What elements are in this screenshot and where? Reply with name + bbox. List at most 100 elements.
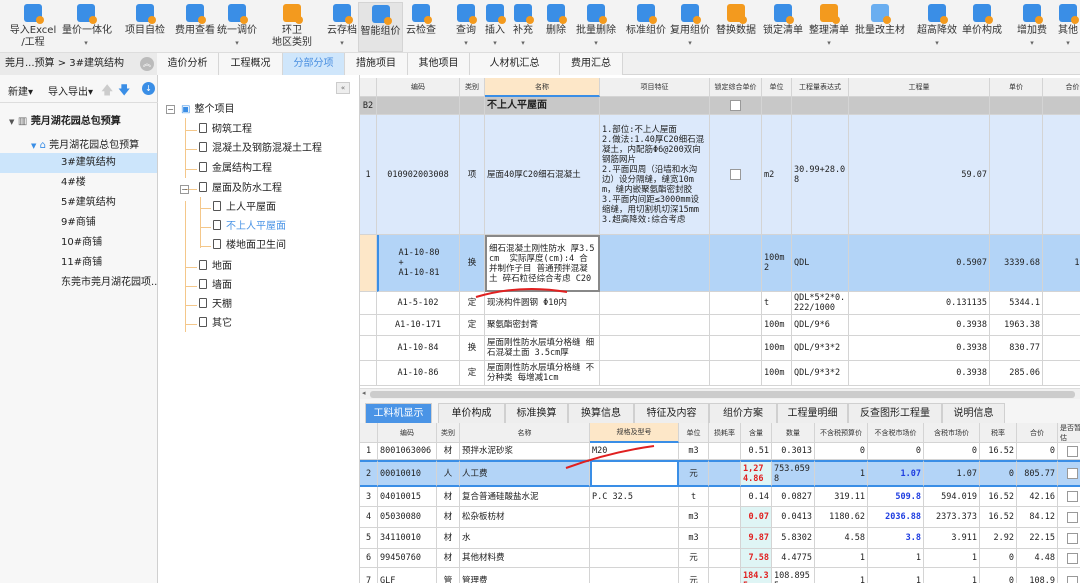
cell-content[interactable]: 9.87	[741, 528, 772, 549]
cell-name[interactable]: 管理费	[460, 568, 590, 583]
cell-expr[interactable]: QDL	[792, 235, 849, 292]
estimate-checkbox[interactable]	[1067, 491, 1078, 502]
cell-content[interactable]: 0.51	[741, 443, 772, 460]
cell-total[interactable]: 42.16	[1017, 487, 1058, 507]
cell-content[interactable]: 0.14	[741, 487, 772, 507]
cell-market[interactable]: 1	[868, 549, 924, 568]
toolbar-button-11[interactable]: 插入 ▾	[482, 2, 508, 52]
tab-3[interactable]: 分部分项	[283, 53, 345, 75]
column-header-market_tax[interactable]: 含税市场价	[924, 423, 980, 443]
cell-temp[interactable]	[1058, 507, 1080, 528]
cell-name[interactable]: 复合普通硅酸盐水泥	[460, 487, 590, 507]
cell-temp[interactable]	[1058, 528, 1080, 549]
toolbar-button-22[interactable]: 单价构成	[962, 2, 1002, 52]
cell-name[interactable]: 屋面刚性防水层填分格缝 细石混凝土面 3.5cm厚	[485, 336, 600, 361]
tree-node[interactable]: 不上人平屋面	[213, 219, 286, 235]
toolbar-button-15[interactable]: 标准组价	[624, 2, 668, 52]
cell-tax[interactable]: 2.92	[980, 528, 1017, 549]
column-header-total[interactable]: 合价	[1017, 423, 1058, 443]
cell-spec[interactable]	[590, 528, 679, 549]
toolbar-button-2[interactable]: 量价一体化 ▾	[62, 2, 112, 52]
tree-node[interactable]: 地面	[199, 259, 232, 275]
toolbar-button-8[interactable]: 智能组价	[358, 2, 403, 52]
estimate-checkbox[interactable]	[1067, 532, 1078, 544]
project-item[interactable]: 3#建筑结构	[0, 153, 157, 173]
tab-6[interactable]: 人材机汇总	[470, 53, 560, 75]
cell-unit[interactable]: m3	[679, 528, 709, 549]
cell-type[interactable]: 定	[460, 292, 485, 315]
chevron-down-icon[interactable]: ▾	[482, 37, 508, 49]
cell-lock[interactable]	[710, 315, 762, 336]
cell-market_tax[interactable]: 1	[924, 568, 980, 583]
estimate-checkbox[interactable]	[1067, 552, 1078, 564]
toolbar-button-3[interactable]: 项目自检	[123, 2, 167, 52]
tree-node[interactable]: 天棚	[199, 297, 232, 313]
cell-loss[interactable]	[709, 549, 741, 568]
cell-qty[interactable]: 0.3938	[849, 315, 990, 336]
cell-price[interactable]: 1963.38	[990, 315, 1043, 336]
toolbar-button-7[interactable]: 云存档 ▾	[324, 2, 360, 52]
cell-unit[interactable]: 100m2	[762, 235, 792, 292]
bottom-tab-7[interactable]: 工程量明细	[777, 403, 848, 423]
chevron-down-icon[interactable]: ▾	[324, 37, 360, 49]
chevron-down-icon[interactable]: ▾	[1014, 37, 1050, 49]
tab-4[interactable]: 措施项目	[345, 53, 408, 75]
cell-total[interactable]: 84.12	[1017, 507, 1058, 528]
toolbar-button-24[interactable]: 其他 ▾	[1054, 2, 1080, 52]
cell-spec[interactable]: P.C 32.5	[590, 487, 679, 507]
toolbar-button-5[interactable]: 统一调价 ▾	[216, 2, 258, 52]
project-item[interactable]: 4#楼	[0, 173, 157, 193]
cell-type[interactable]: 材	[437, 443, 460, 460]
column-header-unit[interactable]: 单位	[679, 423, 709, 443]
cell-loss[interactable]	[709, 528, 741, 549]
tree-node[interactable]: 金属结构工程	[199, 161, 272, 177]
cell-market[interactable]: 1.07	[868, 460, 924, 487]
cell-spec[interactable]	[590, 507, 679, 528]
tree-node[interactable]: 砌筑工程	[199, 122, 252, 138]
toolbar-button-6[interactable]: 环卫 地区类别	[264, 2, 320, 52]
toolbar-button-23[interactable]: 增加费 ▾	[1014, 2, 1050, 52]
cell-budget[interactable]: 1	[815, 549, 868, 568]
tab-2[interactable]: 工程概况	[219, 53, 283, 75]
cell-total[interactable]: 108.9	[1017, 568, 1058, 583]
cell-tax[interactable]: 16.52	[980, 507, 1017, 528]
cell-qty[interactable]	[849, 97, 990, 115]
cell-loss[interactable]	[709, 507, 741, 528]
cell-expr[interactable]: QDL/9*3*2	[792, 361, 849, 386]
cell-tax[interactable]: 0	[980, 460, 1017, 487]
chevron-down-icon[interactable]: ▾	[216, 37, 258, 49]
cell-lock[interactable]	[710, 336, 762, 361]
column-header-num[interactable]	[360, 78, 377, 97]
cell-code[interactable]: 05030080	[378, 507, 437, 528]
cell-unit[interactable]: t	[762, 292, 792, 315]
cell-temp[interactable]	[1058, 568, 1080, 583]
cell-code[interactable]: 8001063006	[378, 443, 437, 460]
chevron-down-icon[interactable]: ▾	[668, 37, 712, 49]
cell-amount[interactable]: 753.0598	[772, 460, 815, 487]
project-item[interactable]: 10#商铺	[0, 233, 157, 253]
toolbar-button-13[interactable]: 删除	[543, 2, 569, 52]
cell-tax[interactable]: 0	[980, 568, 1017, 583]
cell-market[interactable]: 0	[868, 443, 924, 460]
cell-feature[interactable]	[600, 235, 710, 292]
cell-budget[interactable]: 1	[815, 460, 868, 487]
cell-unit[interactable]: 100m	[762, 336, 792, 361]
column-header-total[interactable]: 合价	[1043, 78, 1080, 97]
cell-total[interactable]: 700	[1043, 292, 1080, 315]
cell-qty[interactable]: 0.3938	[849, 336, 990, 361]
cell-unit[interactable]: m3	[679, 507, 709, 528]
chevron-down-icon[interactable]: ▾	[806, 37, 852, 49]
cell-budget[interactable]: 1	[815, 568, 868, 583]
cell-temp[interactable]	[1058, 443, 1080, 460]
cell-budget[interactable]: 4.58	[815, 528, 868, 549]
project-item[interactable]: 东莞市莞月湖花园项...	[0, 273, 157, 293]
cell-name[interactable]: 水	[460, 528, 590, 549]
cell-type[interactable]: 项	[460, 115, 485, 235]
cell-market_tax[interactable]: 2373.373	[924, 507, 980, 528]
toolbar-button-18[interactable]: 锁定清单	[760, 2, 806, 52]
cell-market[interactable]: 509.8	[868, 487, 924, 507]
cell-expr[interactable]: QDL*5*2*0.222/1000	[792, 292, 849, 315]
cell-feature[interactable]	[600, 361, 710, 386]
column-header-spec[interactable]: 规格及型号	[590, 423, 679, 443]
cell-price[interactable]: 830.77	[990, 336, 1043, 361]
